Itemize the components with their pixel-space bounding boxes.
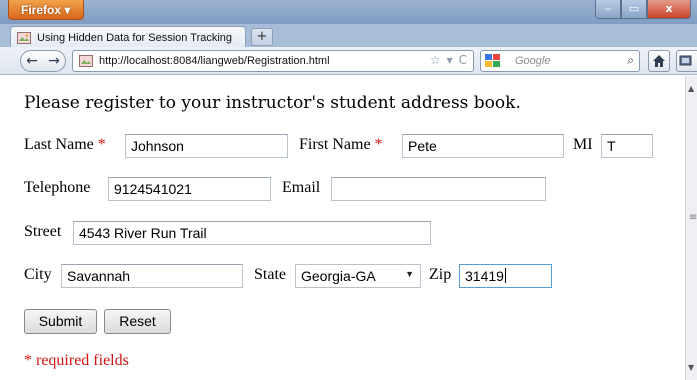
site-identity-icon — [79, 55, 93, 67]
scroll-grip-icon[interactable]: ≡ — [689, 212, 697, 223]
street-label: Street — [24, 223, 62, 240]
search-placeholder: Google — [515, 55, 551, 67]
vertical-scrollbar[interactable]: ▲ ≡ ▼ — [685, 76, 697, 380]
first-name-label: First Name * — [299, 136, 383, 154]
text-caret — [504, 268, 506, 283]
window-controls: ‒ ▭ x — [595, 0, 691, 20]
navigation-toolbar: ← → http://localhost:8084/liangweb/Regis… — [0, 47, 697, 75]
close-icon[interactable]: x — [647, 0, 691, 19]
required-asterisk: * — [374, 136, 383, 153]
back-forward-buttons[interactable]: ← → — [20, 50, 66, 72]
firefox-menu-button[interactable]: Firefox ▾ — [8, 0, 84, 20]
last-name-label-text: Last Name — [24, 136, 94, 153]
address-bar[interactable]: http://localhost:8084/liangweb/Registrat… — [72, 50, 474, 72]
first-name-label-text: First Name — [299, 136, 371, 153]
city-label: City — [24, 266, 52, 283]
city-field[interactable]: Savannah — [61, 264, 243, 288]
required-fields-note: * required fields — [24, 352, 129, 369]
state-selected-value: Georgia-GA — [301, 268, 376, 284]
first-name-field[interactable]: Pete — [402, 134, 564, 158]
submit-button[interactable]: Submit — [24, 309, 97, 334]
window-titlebar: Firefox ▾ ‒ ▭ x — [0, 0, 697, 24]
maximize-icon[interactable]: ▭ — [621, 0, 647, 19]
required-asterisk: * — [97, 136, 106, 153]
tab-title: Using Hidden Data for Session Tracking — [37, 31, 233, 44]
back-arrow-icon[interactable]: ← — [26, 53, 38, 69]
telephone-label: Telephone — [24, 179, 91, 196]
addons-icon — [679, 55, 692, 66]
street-field[interactable]: 4543 River Run Trail — [73, 221, 431, 245]
url-actions: ☆ ▾ C — [430, 53, 467, 67]
zip-field-value: 31419 — [465, 268, 504, 284]
search-bar[interactable]: Google ⌕ — [480, 50, 640, 72]
page-content: Please register to your instructor's stu… — [0, 76, 685, 380]
last-name-field[interactable]: Johnson — [125, 134, 288, 158]
home-button[interactable] — [648, 50, 670, 72]
minimize-icon[interactable]: ‒ — [595, 0, 621, 19]
url-history-dropdown-icon[interactable]: ▾ — [447, 53, 453, 67]
bookmark-star-icon[interactable]: ☆ — [430, 53, 441, 67]
state-select[interactable]: Georgia-GA ▼ — [295, 264, 421, 288]
search-icon[interactable]: ⌕ — [627, 53, 634, 68]
zip-field[interactable]: 31419 — [459, 264, 552, 288]
google-search-engine-icon[interactable] — [485, 54, 501, 68]
zip-label: Zip — [429, 266, 452, 283]
reset-button[interactable]: Reset — [104, 309, 171, 334]
tab-active[interactable]: Using Hidden Data for Session Tracking — [10, 26, 246, 48]
chevron-down-icon[interactable]: ▼ — [405, 269, 414, 279]
email-field[interactable] — [331, 177, 546, 201]
page-favicon-icon — [17, 31, 31, 44]
new-tab-button[interactable]: + — [251, 28, 273, 46]
telephone-field[interactable]: 9124541021 — [108, 177, 271, 201]
tab-bar: Using Hidden Data for Session Tracking + — [0, 24, 697, 48]
scroll-down-icon[interactable]: ▼ — [688, 363, 694, 372]
reload-icon[interactable]: C — [459, 53, 467, 67]
state-label: State — [254, 266, 286, 283]
last-name-label: Last Name * — [24, 136, 106, 154]
email-label: Email — [282, 179, 321, 196]
scroll-up-icon[interactable]: ▲ — [688, 84, 694, 93]
url-text[interactable]: http://localhost:8084/liangweb/Registrat… — [99, 55, 330, 67]
intro-text: Please register to your instructor's stu… — [24, 93, 521, 113]
mi-field[interactable]: T — [601, 134, 653, 158]
addons-button[interactable] — [676, 50, 697, 72]
mi-label: MI — [573, 136, 593, 153]
home-icon — [653, 55, 665, 67]
forward-arrow-icon[interactable]: → — [48, 53, 60, 69]
